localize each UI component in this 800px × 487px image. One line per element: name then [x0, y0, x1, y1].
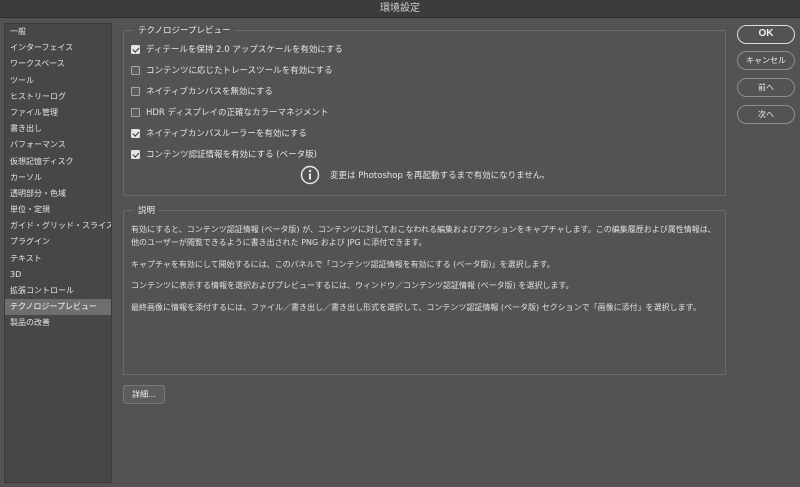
checkbox-checked-icon[interactable] [131, 149, 140, 159]
option-label: ネイティブカンバスルーラーを有効にする [146, 129, 307, 139]
restart-notice: 変更は Photoshop を再起動するまで有効になりません。 [300, 165, 550, 185]
description-body: 有効にすると、コンテンツ認証情報 (ベータ版) が、コンテンツに対しておこなわれ… [131, 223, 721, 322]
sidebar-item-interface[interactable]: インターフェイス [5, 40, 111, 56]
checkbox-unchecked-icon[interactable] [131, 107, 140, 117]
sidebar-item-3d[interactable]: 3D [5, 267, 111, 283]
option-label: ネイティブカンバスを無効にする [146, 87, 273, 97]
description-paragraph: キャプチャを有効にして開始するには、このパネルで「コンテンツ認証情報を有効にする… [131, 259, 555, 269]
cancel-button[interactable]: キャンセル [737, 51, 795, 70]
sidebar-item-performance[interactable]: パフォーマンス [5, 137, 111, 153]
option-label: コンテンツ認証情報を有効にする (ベータ版) [146, 150, 317, 160]
sidebar-item-scratch-disks[interactable]: 仮想記憶ディスク [5, 154, 111, 170]
option-label: HDR ディスプレイの正確なカラーマネジメント [146, 108, 329, 118]
technology-preview-title: テクノロジープレビュー [134, 24, 235, 36]
sidebar-item-tools[interactable]: ツール [5, 73, 111, 89]
option-content-aware-tracing[interactable]: コンテンツに応じたトレースツールを有効にする [131, 64, 333, 76]
sidebar-item-units-rulers[interactable]: 単位・定規 [5, 202, 111, 218]
window-title-bar: 環境設定 [0, 0, 800, 18]
option-native-canvas-rulers[interactable]: ネイティブカンバスルーラーを有効にする [131, 127, 307, 139]
description-group: 説明 有効にすると、コンテンツ認証情報 (ベータ版) が、コンテンツに対しておこ… [123, 204, 726, 375]
description-paragraph: 有効にすると、コンテンツ認証情報 (ベータ版) が、コンテンツに対しておこなわれ… [131, 225, 716, 247]
preferences-sidebar: 一般 インターフェイス ワークスペース ツール ヒストリーログ ファイル管理 書… [4, 23, 112, 483]
checkbox-checked-icon[interactable] [131, 44, 140, 54]
sidebar-item-plugins[interactable]: プラグイン [5, 234, 111, 250]
sidebar-item-history-log[interactable]: ヒストリーログ [5, 89, 111, 105]
prev-button[interactable]: 前へ [737, 78, 795, 97]
option-label: コンテンツに応じたトレースツールを有効にする [146, 66, 333, 76]
window-title: 環境設定 [380, 3, 420, 14]
sidebar-item-product-improvement[interactable]: 製品の改善 [5, 315, 111, 331]
technology-preview-group: テクノロジープレビュー ディテールを保持 2.0 アップスケールを有効にする コ… [123, 24, 726, 196]
description-title: 説明 [134, 204, 160, 216]
info-circle-icon [300, 165, 320, 185]
restart-notice-text: 変更は Photoshop を再起動するまで有効になりません。 [330, 171, 550, 181]
checkbox-unchecked-icon[interactable] [131, 65, 140, 75]
sidebar-item-transparency-gamut[interactable]: 透明部分・色域 [5, 186, 111, 202]
checkbox-checked-icon[interactable] [131, 128, 140, 138]
ok-button[interactable]: OK [737, 25, 795, 44]
description-paragraph: コンテンツに表示する情報を選択およびプレビューするには、ウィンドウ／コンテンツ認… [131, 281, 574, 290]
option-hdr-color-management[interactable]: HDR ディスプレイの正確なカラーマネジメント [131, 106, 328, 118]
option-content-credentials[interactable]: コンテンツ認証情報を有効にする (ベータ版) [131, 148, 317, 160]
sidebar-item-general[interactable]: 一般 [5, 24, 111, 40]
option-label: ディテールを保持 2.0 アップスケールを有効にする [146, 45, 343, 55]
next-button[interactable]: 次へ [737, 105, 795, 124]
sidebar-item-cursors[interactable]: カーソル [5, 170, 111, 186]
option-disable-native-canvas[interactable]: ネイティブカンバスを無効にする [131, 85, 273, 97]
option-preserve-details-upscale[interactable]: ディテールを保持 2.0 アップスケールを有効にする [131, 43, 343, 55]
details-button[interactable]: 詳細... [123, 385, 165, 404]
checkbox-unchecked-icon[interactable] [131, 86, 140, 96]
sidebar-item-enhanced-controls[interactable]: 拡張コントロール [5, 283, 111, 299]
sidebar-item-technology-previews[interactable]: テクノロジープレビュー [5, 299, 111, 316]
description-paragraph: 最終画像に情報を添付するには、ファイル／書き出し／書き出し形式を選択して、コンテ… [131, 302, 701, 312]
sidebar-item-file-handling[interactable]: ファイル管理 [5, 105, 111, 121]
sidebar-item-guides-grid-slices[interactable]: ガイド・グリッド・スライス [5, 218, 111, 234]
sidebar-item-export[interactable]: 書き出し [5, 121, 111, 137]
sidebar-item-workspace[interactable]: ワークスペース [5, 56, 111, 72]
sidebar-item-type[interactable]: テキスト [5, 251, 111, 267]
